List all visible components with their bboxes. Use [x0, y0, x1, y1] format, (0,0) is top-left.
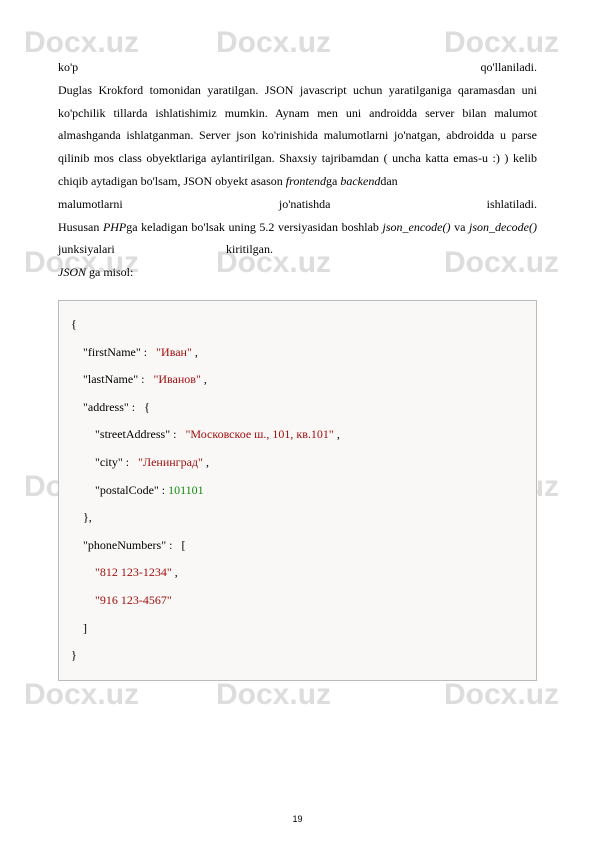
- code-line: "address" : {: [71, 394, 524, 422]
- text: dan: [380, 174, 397, 188]
- text: ga: [326, 174, 340, 188]
- code-block: { "firstName" : "Иван" , "lastName" : "И…: [58, 300, 537, 681]
- page-number: 19: [0, 814, 595, 824]
- text: ga misol:: [86, 265, 133, 279]
- watermark: Docx.uz: [216, 678, 331, 712]
- text: jo'natishda: [279, 193, 331, 216]
- text-italic: PHP: [103, 220, 126, 234]
- text-italic: backend: [340, 174, 380, 188]
- code-line: {: [71, 311, 524, 339]
- text: malumotlarni: [58, 193, 123, 216]
- main-paragraph: ko'p qo'llaniladi. Duglas Krokford tomon…: [58, 56, 537, 284]
- text: ishlatiladi.: [487, 193, 537, 216]
- code-line: "916 123-4567": [71, 587, 524, 615]
- code-line: "postalCode" : 101101: [71, 477, 524, 505]
- watermark: Docx.uz: [444, 678, 559, 712]
- watermark: Docx.uz: [24, 678, 139, 712]
- code-line: "city" : "Ленинград" ,: [71, 449, 524, 477]
- text: va: [451, 220, 470, 234]
- code-line: "phoneNumbers" : [: [71, 532, 524, 560]
- text-italic: json_decode(): [469, 220, 537, 234]
- text: ga keladigan bo'lsak uning 5.2 versiyasi…: [126, 220, 382, 234]
- text: kiritilgan.: [226, 238, 273, 261]
- code-line: ]: [71, 615, 524, 643]
- code-line: "streetAddress" : "Московское ш., 101, к…: [71, 421, 524, 449]
- text-italic: json_encode(): [383, 220, 451, 234]
- text: Hususan: [58, 220, 103, 234]
- code-line: "lastName" : "Иванов" ,: [71, 366, 524, 394]
- code-line: "firstName" : "Иван" ,: [71, 339, 524, 367]
- text: ko'p: [58, 56, 78, 79]
- text-italic: JSON: [58, 265, 86, 279]
- document-content: ko'p qo'llaniladi. Duglas Krokford tomon…: [0, 0, 595, 681]
- text: qo'llaniladi.: [481, 56, 537, 79]
- text: junksiyalari: [58, 238, 115, 261]
- code-line: }: [71, 642, 524, 670]
- code-line: "812 123-1234" ,: [71, 559, 524, 587]
- text: Duglas Krokford tomonidan yaratilgan. JS…: [58, 83, 537, 188]
- code-line: },: [71, 504, 524, 532]
- text-italic: frontend: [286, 174, 326, 188]
